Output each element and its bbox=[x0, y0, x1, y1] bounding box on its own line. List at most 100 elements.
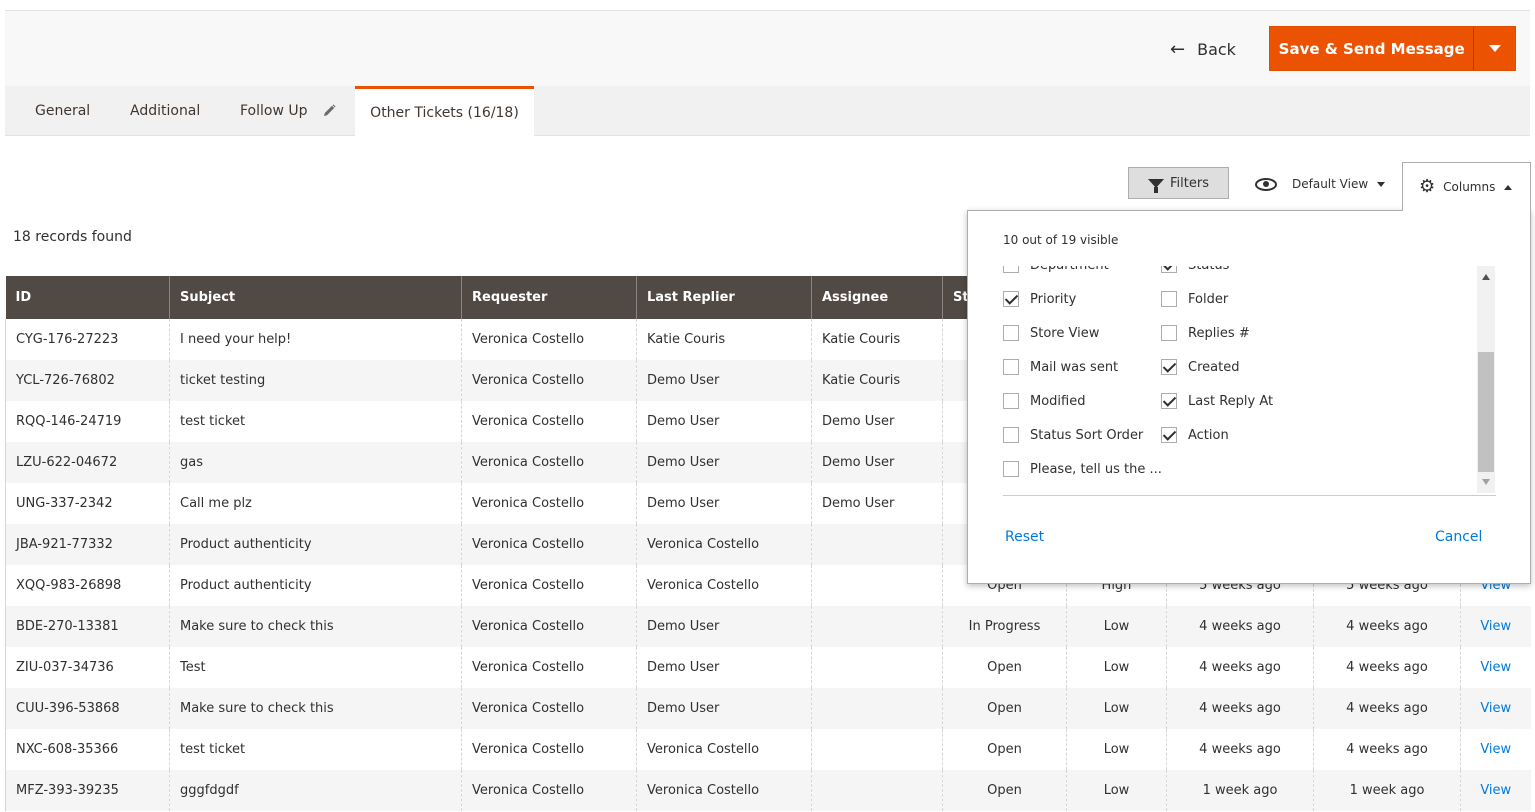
table-cell: Veronica Costello bbox=[461, 319, 637, 360]
column-option[interactable]: Modified bbox=[1003, 391, 1085, 411]
column-checkbox[interactable] bbox=[1161, 266, 1177, 273]
filters-label: Filters bbox=[1170, 175, 1209, 191]
column-checkbox[interactable] bbox=[1003, 266, 1019, 273]
view-link[interactable]: View bbox=[1480, 660, 1511, 675]
table-cell: Veronica Costello bbox=[461, 688, 637, 729]
table-cell: I need your help! bbox=[169, 319, 462, 360]
table-cell: Demo User bbox=[811, 442, 943, 483]
column-option[interactable]: Created bbox=[1161, 357, 1239, 377]
column-checkbox[interactable] bbox=[1161, 393, 1177, 409]
column-option-label: Last Reply At bbox=[1188, 393, 1274, 409]
table-cell: View bbox=[1460, 770, 1531, 811]
table-cell: Low bbox=[1066, 688, 1167, 729]
column-header[interactable]: ID bbox=[5, 276, 170, 319]
table-cell: 4 weeks ago bbox=[1313, 688, 1461, 729]
column-checkbox[interactable] bbox=[1161, 359, 1177, 375]
column-option-label: Modified bbox=[1030, 393, 1086, 409]
tab-follow-up[interactable]: Follow Up bbox=[240, 86, 336, 136]
pencil-icon bbox=[323, 104, 336, 116]
tab-other-tickets[interactable]: Other Tickets (16/18) bbox=[355, 86, 534, 137]
column-option[interactable]: Status Sort Order bbox=[1003, 425, 1143, 445]
table-cell: Demo User bbox=[636, 483, 812, 524]
view-selector[interactable]: Default View bbox=[1255, 172, 1386, 196]
columns-label: Columns bbox=[1443, 180, 1496, 194]
column-header[interactable]: Assignee bbox=[811, 276, 943, 319]
column-option-label: Department bbox=[1030, 266, 1109, 273]
column-checkbox[interactable] bbox=[1161, 325, 1177, 341]
table-cell: Veronica Costello bbox=[636, 524, 812, 565]
column-option-label: Priority bbox=[1030, 291, 1077, 307]
save-options-toggle[interactable] bbox=[1473, 27, 1515, 70]
table-cell: Demo User bbox=[636, 401, 812, 442]
column-checkbox[interactable] bbox=[1003, 359, 1019, 375]
column-checkbox[interactable] bbox=[1161, 427, 1177, 443]
save-send-button[interactable]: Save & Send Message bbox=[1270, 27, 1473, 70]
table-cell: Demo User bbox=[811, 401, 943, 442]
arrow-left-icon: ← bbox=[1170, 38, 1186, 60]
column-checkbox[interactable] bbox=[1003, 393, 1019, 409]
table-cell: Open bbox=[942, 647, 1067, 688]
save-send-split-button: Save & Send Message bbox=[1269, 26, 1516, 71]
table-cell: 4 weeks ago bbox=[1166, 688, 1314, 729]
scroll-down-icon[interactable] bbox=[1482, 479, 1490, 485]
column-option[interactable]: Mail was sent bbox=[1003, 357, 1118, 377]
table-cell: 4 weeks ago bbox=[1313, 606, 1461, 647]
column-header[interactable]: Requester bbox=[461, 276, 637, 319]
view-link[interactable]: View bbox=[1480, 742, 1511, 757]
table-cell: Demo User bbox=[636, 360, 812, 401]
column-checkbox[interactable] bbox=[1003, 427, 1019, 443]
view-link[interactable]: View bbox=[1480, 783, 1511, 798]
column-option[interactable]: Replies # bbox=[1161, 323, 1250, 343]
view-link[interactable]: View bbox=[1480, 701, 1511, 716]
columns-button[interactable]: ⚙ Columns bbox=[1402, 162, 1531, 211]
tab-label: General bbox=[35, 103, 91, 119]
back-button[interactable]: ← Back bbox=[1170, 36, 1236, 62]
table-cell: XQQ-983-26898 bbox=[5, 565, 170, 606]
column-header[interactable]: Subject bbox=[169, 276, 462, 319]
column-option[interactable]: Store View bbox=[1003, 323, 1099, 343]
table-cell: Veronica Costello bbox=[636, 729, 812, 770]
column-option[interactable]: Department bbox=[1003, 266, 1109, 275]
table-cell bbox=[811, 688, 943, 729]
table-cell bbox=[811, 565, 943, 606]
table-cell: Veronica Costello bbox=[461, 565, 637, 606]
column-checkbox[interactable] bbox=[1003, 325, 1019, 341]
tab-additional[interactable]: Additional bbox=[130, 86, 200, 136]
columns-list-scrollbar[interactable] bbox=[1477, 266, 1495, 493]
table-cell: 4 weeks ago bbox=[1166, 729, 1314, 770]
tab-label: Follow Up bbox=[240, 103, 308, 119]
column-option-label: Mail was sent bbox=[1030, 359, 1119, 375]
funnel-icon bbox=[1148, 178, 1165, 193]
table-cell: Open bbox=[942, 770, 1067, 811]
tab-general[interactable]: General bbox=[35, 86, 90, 136]
column-checkbox[interactable] bbox=[1161, 291, 1177, 307]
column-option-label: Status Sort Order bbox=[1030, 427, 1144, 443]
scroll-up-icon[interactable] bbox=[1482, 274, 1490, 280]
view-link[interactable]: View bbox=[1480, 619, 1511, 634]
table-cell: 4 weeks ago bbox=[1166, 606, 1314, 647]
filters-button[interactable]: Filters bbox=[1128, 167, 1229, 199]
reset-button[interactable]: Reset bbox=[1005, 529, 1044, 545]
column-option[interactable]: Priority bbox=[1003, 289, 1076, 309]
table-cell: CUU-396-53868 bbox=[5, 688, 170, 729]
cancel-button[interactable]: Cancel bbox=[1435, 529, 1482, 545]
column-option[interactable]: Status bbox=[1161, 266, 1229, 275]
gear-icon: ⚙ bbox=[1419, 176, 1436, 197]
column-option[interactable]: Folder bbox=[1161, 289, 1228, 309]
column-checkbox[interactable] bbox=[1003, 461, 1019, 477]
table-cell: Test bbox=[169, 647, 462, 688]
column-option[interactable]: Last Reply At bbox=[1161, 391, 1273, 411]
column-checkbox[interactable] bbox=[1003, 291, 1019, 307]
eye-icon bbox=[1255, 177, 1277, 191]
caret-down-icon bbox=[1488, 45, 1501, 52]
table-cell: UNG-337-2342 bbox=[5, 483, 170, 524]
column-option[interactable]: Action bbox=[1161, 425, 1229, 445]
table-cell: Veronica Costello bbox=[636, 770, 812, 811]
table-cell: Demo User bbox=[636, 688, 812, 729]
column-header[interactable]: Last Replier bbox=[636, 276, 812, 319]
table-cell: Call me plz bbox=[169, 483, 462, 524]
scrollbar-thumb[interactable] bbox=[1478, 352, 1494, 472]
table-cell: Demo User bbox=[636, 606, 812, 647]
column-option[interactable]: Please, tell us the ... bbox=[1003, 459, 1162, 479]
columns-options-list[interactable]: Department Status Priority Folder Store View… bbox=[1003, 266, 1496, 496]
